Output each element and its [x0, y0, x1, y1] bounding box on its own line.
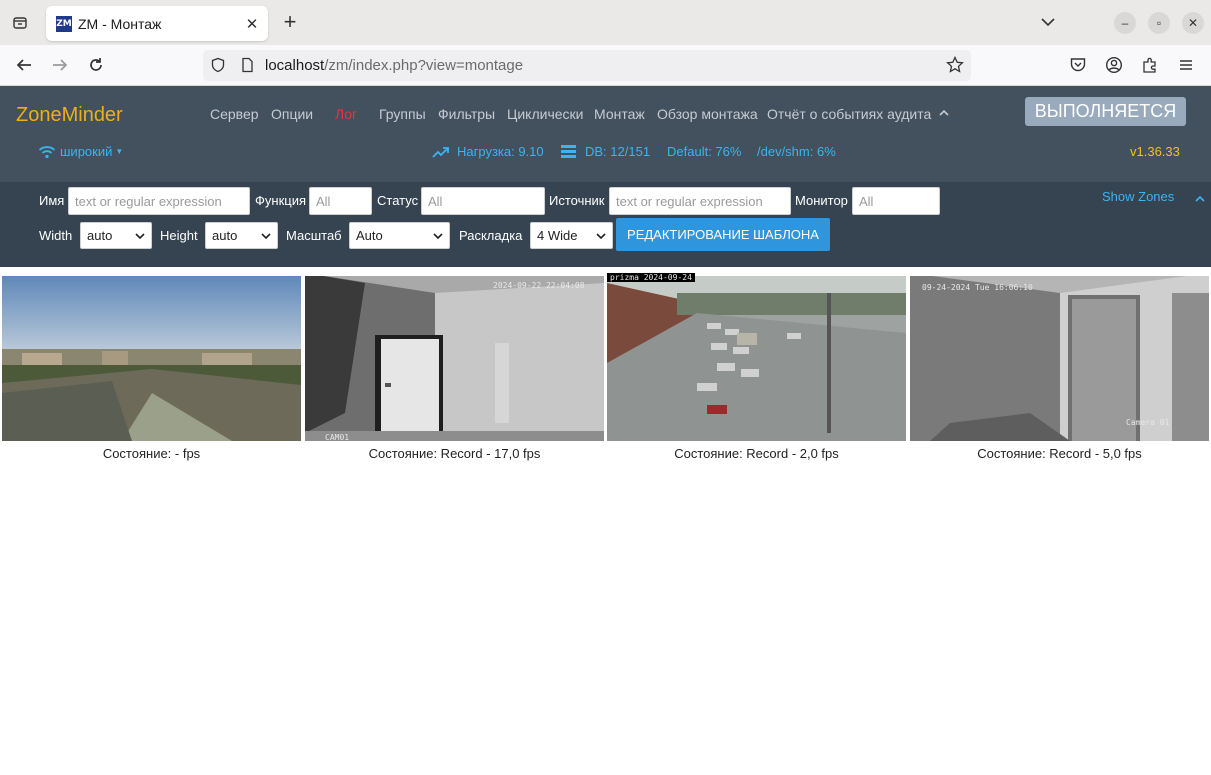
status-filter-input[interactable]: All: [421, 187, 545, 215]
bandwidth-selector[interactable]: широкий ▼: [38, 144, 123, 159]
forward-arrow-icon[interactable]: [49, 54, 71, 76]
pocket-icon[interactable]: [1067, 54, 1089, 76]
list-all-tabs-icon[interactable]: [1038, 12, 1058, 32]
chevron-down-icon: [135, 233, 145, 240]
function-filter-input[interactable]: All: [309, 187, 372, 215]
menu-cycle[interactable]: Циклически: [507, 106, 583, 122]
camera-image-4: [910, 273, 1209, 441]
chevron-down-icon: [261, 233, 271, 240]
account-icon[interactable]: [1103, 54, 1125, 76]
scale-label: Масштаб: [286, 228, 342, 243]
camera-image-1: [2, 273, 301, 441]
monitor-osd-name-2: CAM01: [325, 433, 350, 441]
show-zones-link[interactable]: Show Zones: [1102, 189, 1174, 204]
zm-header: ZoneMinder Сервер Опции Лог Группы Фильт…: [0, 86, 1211, 182]
camera-image-2: [305, 273, 604, 441]
tab-title: ZM - Монтаж: [78, 15, 162, 32]
source-filter-input[interactable]: text or regular expression: [609, 187, 791, 215]
version-label[interactable]: v1.36.33: [1130, 144, 1180, 159]
menu-montage-review[interactable]: Обзор монтажа: [657, 106, 758, 122]
function-filter-label: Функция: [255, 193, 306, 208]
height-select-value: auto: [212, 228, 238, 243]
menu-filters[interactable]: Фильтры: [438, 106, 495, 122]
monitor-status-2: Состояние: Record - 17,0 fps: [368, 446, 541, 461]
new-tab-icon[interactable]: +: [279, 11, 301, 33]
shield-icon[interactable]: [207, 54, 229, 76]
camera-image-3: [607, 273, 906, 441]
url-host: localhost: [265, 57, 325, 74]
db-stat: DB: 12/151: [561, 144, 650, 159]
zm-brand[interactable]: ZoneMinder: [16, 104, 123, 127]
height-select[interactable]: auto: [205, 222, 278, 249]
back-arrow-icon[interactable]: [13, 54, 35, 76]
shm-stat: /dev/shm: 6%: [757, 144, 836, 159]
close-tab-icon[interactable]: ✕: [242, 14, 262, 34]
scale-select-value: Auto: [356, 228, 383, 243]
database-icon: [561, 145, 576, 158]
browser-nav-bar: localhost/zm/index.php?view=montage: [0, 45, 1211, 86]
wifi-icon: [38, 145, 56, 158]
filter-bar: Имя text or regular expression Функция A…: [0, 182, 1211, 267]
edit-layout-button[interactable]: РЕДАКТИРОВАНИЕ ШАБЛОНА: [616, 218, 830, 251]
tab-list-icon[interactable]: [8, 11, 32, 35]
monitor-status-3: Состояние: Record - 2,0 fps: [674, 446, 839, 461]
layout-select-value: 4 Wide: [537, 228, 578, 243]
trending-up-icon: [432, 146, 449, 158]
collapse-filters-chevron-icon[interactable]: [1194, 192, 1206, 204]
url-text[interactable]: localhost/zm/index.php?view=montage: [265, 57, 523, 74]
load-stat: Нагрузка: 9.10: [432, 144, 544, 159]
menu-audit-report[interactable]: Отчёт о событиях аудита: [767, 106, 931, 122]
monitor-status-4: Состояние: Record - 5,0 fps: [977, 446, 1142, 461]
collapse-menu-chevron-icon[interactable]: [937, 106, 951, 120]
height-label: Height: [160, 228, 198, 243]
menu-hamburger-icon[interactable]: [1175, 54, 1197, 76]
scale-select[interactable]: Auto: [349, 222, 450, 249]
load-value: Нагрузка: 9.10: [457, 144, 544, 159]
monitor-osd-timestamp-4: 09-24-2024 Tue 16:06:10: [922, 283, 1033, 292]
menu-server[interactable]: Сервер: [210, 106, 259, 122]
source-filter-label: Источник: [549, 193, 605, 208]
monitor-filter-input[interactable]: All: [852, 187, 940, 215]
reload-icon[interactable]: [85, 54, 107, 76]
monitor-feed-3[interactable]: prizma 2024-09-24: [607, 273, 906, 441]
minimize-window-icon[interactable]: –: [1114, 12, 1136, 34]
name-filter-input[interactable]: text or regular expression: [68, 187, 250, 215]
browser-tab-active[interactable]: ZM ZM - Монтаж ✕: [46, 6, 268, 41]
bandwidth-label: широкий: [60, 144, 113, 159]
extensions-icon[interactable]: [1139, 54, 1161, 76]
menu-groups[interactable]: Группы: [379, 106, 426, 122]
close-window-icon[interactable]: ✕: [1182, 12, 1204, 34]
name-filter-label: Имя: [39, 193, 65, 208]
menu-options[interactable]: Опции: [271, 106, 313, 122]
run-state-button[interactable]: ВЫПОЛНЯЕТСЯ: [1025, 97, 1186, 126]
caret-down-icon: ▼: [115, 147, 124, 156]
monitor-osd-timestamp-3: prizma 2024-09-24: [607, 273, 695, 282]
browser-tab-bar: ZM ZM - Монтаж ✕ + – ▫ ✕: [0, 0, 1211, 45]
monitor-filter-label: Монитор: [795, 193, 848, 208]
maximize-window-icon[interactable]: ▫: [1148, 12, 1170, 34]
layout-label: Раскладка: [459, 228, 523, 243]
menu-montage[interactable]: Монтаж: [594, 106, 645, 122]
url-bar[interactable]: localhost/zm/index.php?view=montage: [203, 50, 971, 81]
monitor-feed-4[interactable]: 09-24-2024 Tue 16:06:10 Camera 01: [910, 273, 1209, 441]
monitor-feed-2[interactable]: 2024-09-22 22:04:08 CAM01: [305, 273, 604, 441]
monitor-status-1: Состояние: - fps: [102, 446, 201, 461]
chevron-down-icon: [433, 233, 443, 240]
width-label: Width: [39, 228, 73, 243]
monitor-osd-name-4: Camera 01: [1126, 418, 1170, 427]
monitor-osd-timestamp-2: 2024-09-22 22:04:08: [493, 281, 585, 290]
url-path: /zm/index.php?view=montage: [324, 57, 524, 74]
menu-log[interactable]: Лог: [335, 106, 357, 122]
chevron-down-icon: [596, 233, 606, 240]
layout-select[interactable]: 4 Wide: [530, 222, 613, 249]
storage-stat[interactable]: Default: 76%: [667, 144, 741, 159]
width-select-value: auto: [87, 228, 113, 243]
db-value: DB: 12/151: [585, 144, 651, 159]
bookmark-star-icon[interactable]: [944, 54, 966, 76]
zm-favicon-icon: ZM: [56, 15, 72, 32]
status-filter-label: Статус: [377, 193, 419, 208]
width-select[interactable]: auto: [80, 222, 152, 249]
monitor-feed-1[interactable]: [2, 273, 301, 441]
page-info-icon[interactable]: [236, 54, 258, 76]
